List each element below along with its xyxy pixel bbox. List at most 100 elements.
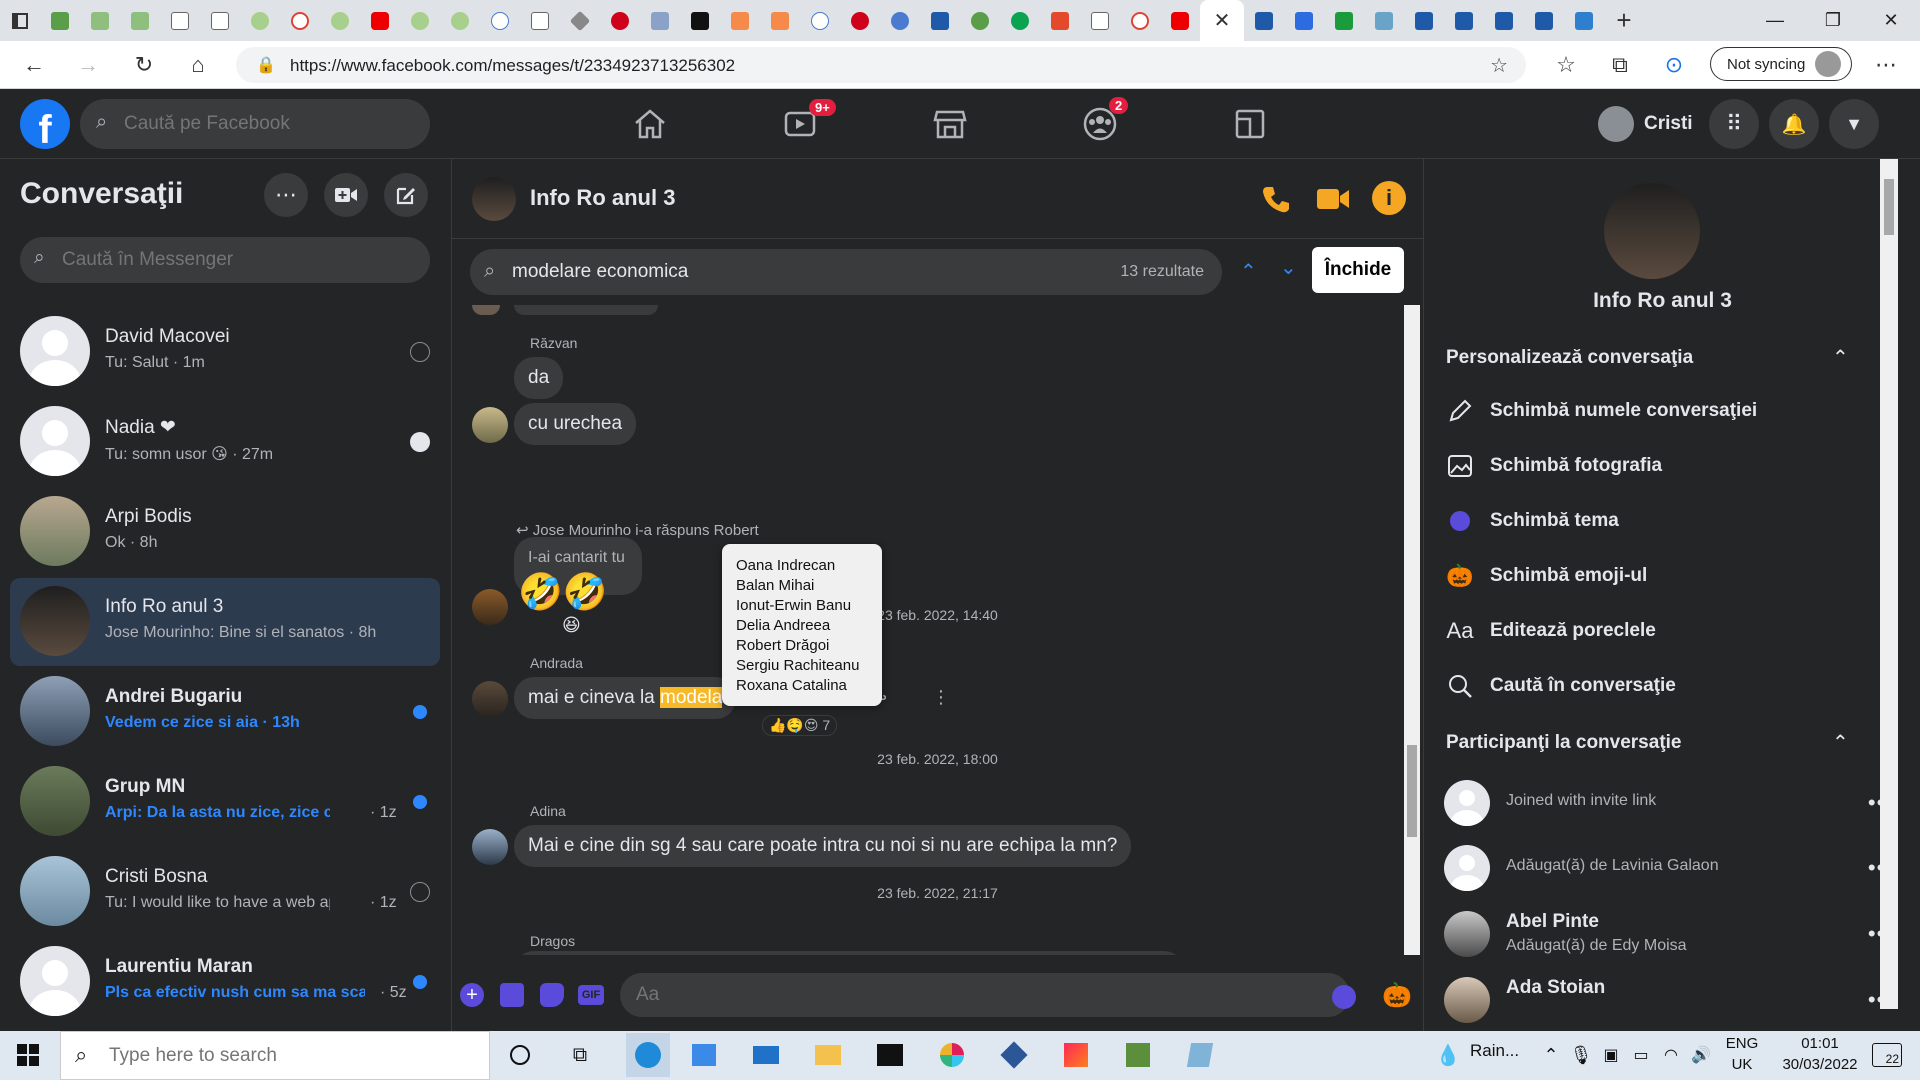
mail-icon[interactable] [750, 1039, 782, 1071]
participant-item[interactable]: Abel Pinte Adăugat(ă) de Edy Moisa ••• [1444, 907, 1904, 963]
conversation-item-selected[interactable]: Info Ro anul 3 Jose Mourinho: Bine si el… [10, 578, 440, 666]
facebook-search[interactable]: ⌕ [80, 99, 430, 149]
tab-actions-icon[interactable] [0, 0, 40, 41]
browser-tab[interactable] [480, 0, 520, 41]
nav-gaming[interactable] [1195, 97, 1305, 151]
app-icon[interactable] [1184, 1039, 1216, 1071]
language-indicator[interactable]: ENG UK [1722, 1035, 1762, 1073]
browser-tab[interactable] [960, 0, 1000, 41]
browser-tab[interactable] [840, 0, 880, 41]
url-field[interactable]: 🔒 https://www.facebook.com/messages/t/23… [236, 47, 1526, 83]
chevron-up-icon[interactable]: ⌃ [1535, 1039, 1567, 1071]
chevron-up-icon[interactable]: ⌃ [1832, 345, 1849, 370]
app-icon[interactable] [1122, 1039, 1154, 1071]
favorites-icon[interactable]: ☆ [1550, 49, 1582, 81]
edge-taskbar-icon[interactable] [626, 1033, 670, 1077]
task-view-icon[interactable]: ⧉ [564, 1039, 596, 1071]
downloads-icon[interactable]: ⊙ [1658, 49, 1690, 81]
messenger-search-input[interactable] [62, 237, 412, 283]
participant-item[interactable]: Joined with invite link ••• [1444, 776, 1904, 832]
browser-tab[interactable] [640, 0, 680, 41]
info-scrollbar[interactable] [1880, 159, 1898, 1009]
new-message-button[interactable] [384, 173, 428, 217]
message-scrollbar[interactable] [1404, 305, 1420, 955]
meet-now-icon[interactable]: ▣ [1595, 1039, 1627, 1071]
browser-tab[interactable] [80, 0, 120, 41]
window-close-icon[interactable]: ✕ [1862, 0, 1920, 41]
message-bubble[interactable]: Mai e cine din sg 4 sau care poate intra… [514, 825, 1132, 867]
option-change-theme[interactable]: Schimbă tema [1444, 501, 1619, 541]
restore-icon[interactable]: ❐ [1804, 0, 1862, 41]
messenger-search[interactable]: ⌕ [20, 237, 430, 283]
slack-icon[interactable] [936, 1039, 968, 1071]
nav-marketplace[interactable] [895, 97, 1005, 151]
close-tab-icon[interactable]: ✕ [1214, 8, 1231, 33]
browser-tab[interactable] [1324, 0, 1364, 41]
browser-tab[interactable] [1160, 0, 1200, 41]
nav-watch[interactable]: 9+ [745, 97, 855, 151]
cortana-icon[interactable] [504, 1039, 536, 1071]
customize-section-title[interactable]: Personalizează conversaţia [1446, 347, 1693, 369]
home-icon[interactable]: ⌂ [182, 49, 214, 81]
weather-text[interactable]: Rain... [1470, 1041, 1519, 1061]
forward-icon[interactable]: → [72, 49, 104, 81]
conversation-item[interactable]: Laurentiu Maran Pls ca efectiv nush cum … [10, 938, 440, 1026]
browser-tab[interactable] [1444, 0, 1484, 41]
participants-section-title[interactable]: Participanţi la conversaţie [1446, 732, 1682, 754]
browser-tab[interactable] [280, 0, 320, 41]
battery-icon[interactable]: ▭ [1625, 1039, 1657, 1071]
browser-tab[interactable] [1484, 0, 1524, 41]
browser-tab[interactable] [1040, 0, 1080, 41]
account-button[interactable]: ▼ [1829, 99, 1879, 149]
chat-title[interactable]: Info Ro anul 3 [530, 185, 675, 211]
network-icon[interactable]: ◠ [1655, 1039, 1687, 1071]
refresh-icon[interactable]: ↻ [128, 49, 160, 81]
video-call-icon[interactable] [1316, 185, 1350, 218]
close-search-button[interactable]: Închide [1312, 247, 1404, 293]
option-rename[interactable]: Schimbă numele conversaţiei [1444, 391, 1757, 431]
taskbar-search[interactable]: ⌕ [60, 1031, 490, 1080]
jetbrains-icon[interactable] [1060, 1039, 1092, 1071]
photo-icon[interactable] [500, 983, 524, 1007]
new-tab-icon[interactable]: + [1604, 0, 1644, 41]
conversation-search-bar[interactable]: ⌕ 13 rezultate [470, 249, 1222, 295]
microphone-icon[interactable]: 🎙 [1565, 1039, 1597, 1071]
virtualbox-icon[interactable] [998, 1039, 1030, 1071]
browser-tab[interactable] [1364, 0, 1404, 41]
browser-tab[interactable] [1080, 0, 1120, 41]
conversation-item[interactable]: Andrei Bugariu Vedem ce zice si aia · 13… [10, 668, 440, 756]
conversation-item[interactable]: David Macovei Tu: Salut · 1m [10, 308, 440, 396]
chevron-up-icon[interactable]: ⌃ [1832, 730, 1849, 755]
scrollbar-thumb[interactable] [1407, 745, 1417, 837]
browser-tab[interactable] [1524, 0, 1564, 41]
message-input[interactable] [620, 973, 1350, 1017]
notifications-button[interactable]: 🔔 [1769, 99, 1819, 149]
more-icon[interactable]: ⋯ [1870, 49, 1902, 81]
browser-tab[interactable] [760, 0, 800, 41]
clock[interactable]: 01:01 30/03/2022 [1770, 1035, 1870, 1073]
browser-tab[interactable] [160, 0, 200, 41]
browser-tab[interactable] [1284, 0, 1324, 41]
message-bubble[interactable]: da [514, 357, 564, 399]
menu-button[interactable]: ⠿ [1709, 99, 1759, 149]
browser-tab[interactable] [400, 0, 440, 41]
minimize-icon[interactable]: — [1746, 0, 1804, 41]
browser-tab[interactable] [40, 0, 80, 41]
back-icon[interactable]: ← [18, 49, 50, 81]
browser-tab[interactable] [520, 0, 560, 41]
browser-tab-active[interactable]: ✕ [1200, 0, 1244, 41]
new-room-button[interactable] [324, 173, 368, 217]
plus-icon[interactable]: + [460, 983, 484, 1007]
collections-icon[interactable]: ⧉ [1604, 49, 1636, 81]
browser-tab[interactable] [1244, 0, 1284, 41]
weather-icon[interactable]: 💧 [1432, 1039, 1464, 1071]
browser-tab[interactable] [120, 0, 160, 41]
more-actions-icon[interactable]: ⋮ [932, 687, 950, 708]
conversation-search-input[interactable] [512, 249, 1052, 295]
browser-tab[interactable] [1120, 0, 1160, 41]
participant-item[interactable]: Ada Stoian ••• [1444, 973, 1904, 1029]
file-explorer-icon[interactable] [812, 1039, 844, 1071]
store-icon[interactable] [688, 1039, 720, 1071]
chevron-down-icon[interactable]: ⌄ [1280, 255, 1297, 280]
participant-item[interactable]: Adăugat(ă) de Lavinia Galaon ••• [1444, 841, 1904, 897]
